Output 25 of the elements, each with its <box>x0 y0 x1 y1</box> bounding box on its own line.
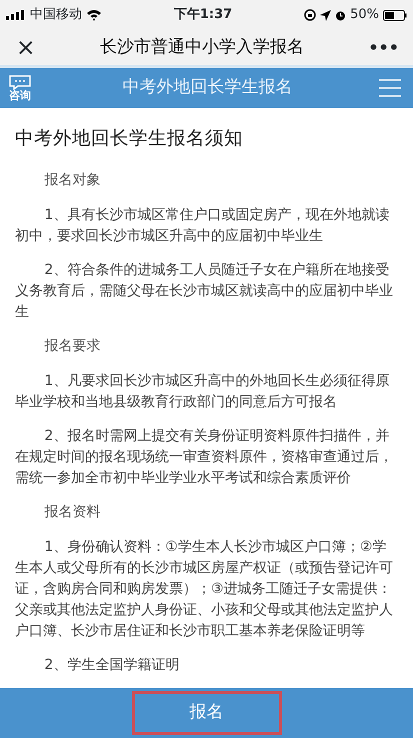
carrier-name: 中国移动 <box>30 6 82 24</box>
rotation-lock-icon <box>304 9 316 21</box>
section-heading: 报名对象 <box>43 171 102 190</box>
notice-paragraph: 1、凡要求回长沙市城区升高中的外地回长生必须征得原毕业学校和当地县级教育行政部门的同意后方可报名 <box>15 372 390 412</box>
close-button[interactable]: × <box>16 36 36 60</box>
notice-paragraph: 1、具有长沙市城区常住户口或固定房产，现在外地就读初中，要求回长沙市城区升高中的应届初中毕业生 <box>15 206 390 246</box>
wifi-icon <box>86 9 102 21</box>
location-arrow-icon <box>320 10 332 20</box>
signal-icon <box>6 10 26 20</box>
notice-paragraph: 2、符合条件的进城务工人员随迁子女在户籍所在地接受义务教育后，需随父母在长沙市城区就读高中的应届初中毕业生 <box>15 261 394 322</box>
clock-time: 下午1:37 <box>174 6 232 24</box>
notice-title: 中考外地回长学生报名须知 <box>15 128 244 150</box>
notice-paragraph: 2、学生全国学籍证明 <box>43 656 180 676</box>
section-heading: 报名要求 <box>43 337 102 356</box>
chat-bubble-icon[interactable] <box>9 75 31 90</box>
alarm-icon <box>335 10 346 20</box>
page-title: 长沙市普通中小学入学报名 <box>100 36 304 59</box>
battery-percent: 50% <box>350 6 379 24</box>
more-button[interactable]: ••• <box>368 36 399 60</box>
notice-paragraph: 2、报名时需网上提交有关身份证明资料原件扫描件，并在规定时间的报名现场统一审查资料原件，资格审查通过后，需统一参加全市初中毕业学业水平考试和综合素质评价 <box>15 427 394 488</box>
menu-icon[interactable] <box>379 79 401 97</box>
notice-paragraph: 1、身份确认资料：①学生本人长沙市城区户口簿；②学生本人或父母所有的长沙市城区房屋产权证（或预告登记许可证，含购房合同和购房发票）；③进城务工随迁子女需提供：父亲或其他法定监护人身份证、小孩和父母或其他法定监护人户口簿、长沙市居住证和长沙市职工基本养老保险证明等 <box>15 538 394 642</box>
battery-icon <box>383 10 407 20</box>
section-heading: 报名资料 <box>43 503 102 522</box>
header-title: 中考外地回长学生报名 <box>122 76 292 100</box>
